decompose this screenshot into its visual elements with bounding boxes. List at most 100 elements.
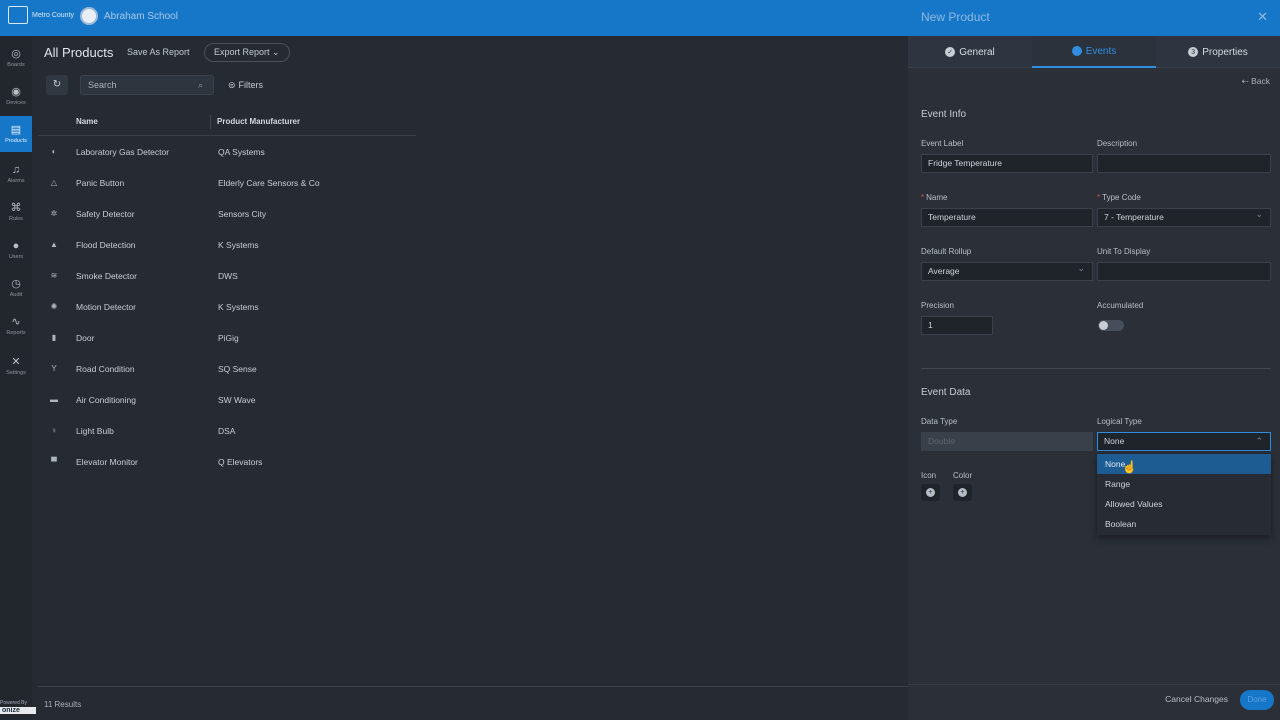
safety-detector-icon: ✲ bbox=[50, 209, 58, 218]
add-icon: + bbox=[958, 488, 967, 497]
product-manufacturer: DSA bbox=[218, 426, 236, 436]
products-table: Name Product Manufacturer ◐ Laboratory G… bbox=[38, 108, 416, 477]
user-icon: ● bbox=[12, 239, 20, 252]
description-field[interactable] bbox=[1097, 154, 1271, 173]
product-manufacturer: PiGig bbox=[218, 333, 239, 343]
page-header: All Products Save As Report Export Repor… bbox=[38, 36, 908, 68]
name-field[interactable]: Temperature bbox=[921, 208, 1093, 227]
sidebar-item-boards[interactable]: ◎ Boards bbox=[0, 40, 32, 76]
option-boolean[interactable]: Boolean bbox=[1097, 514, 1271, 534]
elevator-icon: ▀ bbox=[51, 457, 57, 466]
product-manufacturer: DWS bbox=[218, 271, 238, 281]
table-row[interactable]: ◐ Laboratory Gas Detector QA Systems bbox=[38, 136, 416, 167]
pointer-cursor-icon: ☝ bbox=[1122, 460, 1137, 474]
option-range[interactable]: Range bbox=[1097, 474, 1271, 494]
history-icon: ◷ bbox=[11, 277, 21, 290]
product-name: Laboratory Gas Detector bbox=[76, 147, 170, 157]
school-selector[interactable]: Abraham School bbox=[80, 7, 178, 25]
table-row[interactable]: ✲ Safety Detector Sensors City bbox=[38, 198, 416, 229]
product-manufacturer: Q Elevators bbox=[218, 457, 263, 467]
product-name: Flood Detection bbox=[76, 240, 136, 250]
event-label-label: Event Label bbox=[921, 139, 964, 148]
events-icon bbox=[1071, 46, 1082, 56]
sidebar-item-label: Settings bbox=[6, 370, 26, 376]
product-name: Door bbox=[76, 333, 95, 343]
save-as-report-button[interactable]: Save As Report bbox=[127, 47, 190, 57]
sidebar-item-label: Products bbox=[5, 138, 27, 144]
color-label: Color bbox=[953, 471, 973, 480]
filters-label: Filters bbox=[238, 80, 264, 90]
bell-icon: ♫ bbox=[11, 163, 21, 176]
road-icon: Y bbox=[51, 364, 57, 373]
export-report-dropdown[interactable]: Export Report ⌄ bbox=[204, 43, 290, 62]
type-code-select[interactable]: 7 - Temperature bbox=[1097, 206, 1271, 227]
unit-to-display-label: Unit To Display bbox=[1097, 247, 1151, 256]
products-icon: ▤ bbox=[10, 123, 22, 136]
precision-field[interactable]: 1 bbox=[921, 316, 993, 335]
product-manufacturer: SQ Sense bbox=[218, 364, 257, 374]
column-separator[interactable] bbox=[210, 115, 211, 129]
school-name: Abraham School bbox=[104, 10, 178, 22]
column-header-manufacturer[interactable]: Product Manufacturer bbox=[217, 115, 300, 129]
column-header-name[interactable]: Name bbox=[76, 115, 98, 129]
table-row[interactable]: ▬ Air Conditioning SW Wave bbox=[38, 384, 416, 415]
filters-button[interactable]: ⊜ Filters bbox=[228, 80, 263, 91]
back-button[interactable]: ⇠ Back bbox=[1242, 76, 1270, 87]
add-icon: + bbox=[926, 488, 935, 497]
sidebar-item-label: Devices bbox=[6, 100, 26, 106]
product-name: Elevator Monitor bbox=[76, 457, 138, 467]
product-manufacturer: SW Wave bbox=[218, 395, 256, 405]
tab-general[interactable]: ✓ General bbox=[908, 36, 1032, 68]
brand-label: Metro County bbox=[32, 11, 75, 19]
new-product-panel: New Product ✕ ✓ General Events 3 Propert… bbox=[908, 0, 1280, 720]
brand-logo[interactable]: Metro County bbox=[8, 6, 74, 24]
table-row[interactable]: △ Panic Button Elderly Care Sensors & Co bbox=[38, 167, 416, 198]
sidebar-item-devices[interactable]: ◉ Devices bbox=[0, 78, 32, 114]
table-row[interactable]: ▀ Elevator Monitor Q Elevators bbox=[38, 446, 416, 477]
top-bar: Metro County Abraham School bbox=[0, 0, 908, 36]
logical-type-select[interactable]: None ⌃ bbox=[1097, 432, 1271, 451]
tab-events[interactable]: Events bbox=[1032, 36, 1156, 68]
search-icon: ⌕ bbox=[198, 80, 204, 90]
table-row[interactable]: ▲ Flood Detection K Systems bbox=[38, 229, 416, 260]
table-row[interactable]: ≋ Smoke Detector DWS bbox=[38, 260, 416, 291]
unit-to-display-field[interactable] bbox=[1097, 262, 1271, 281]
product-manufacturer: Sensors City bbox=[218, 209, 267, 219]
icon-picker-button[interactable]: + bbox=[921, 484, 940, 501]
devices-icon: ◉ bbox=[11, 85, 21, 98]
rules-icon: ⌘ bbox=[10, 201, 22, 214]
event-label-field[interactable]: Fridge Temperature bbox=[921, 154, 1093, 173]
sidebar-item-products[interactable]: ▤ Products bbox=[0, 116, 32, 152]
color-picker-button[interactable]: + bbox=[953, 484, 972, 501]
option-allowed-values[interactable]: Allowed Values bbox=[1097, 494, 1271, 514]
done-button[interactable]: Done bbox=[1240, 690, 1274, 710]
sidebar-item-audit[interactable]: ◷ Audit bbox=[0, 270, 32, 306]
table-row[interactable]: ♀ Light Bulb DSA bbox=[38, 415, 416, 446]
default-rollup-select[interactable]: Average bbox=[921, 260, 1093, 281]
back-arrow-icon: ⇠ bbox=[1241, 76, 1249, 86]
section-title-event-info: Event Info bbox=[921, 109, 967, 120]
tools-icon: ✕ bbox=[11, 355, 21, 368]
refresh-button[interactable]: ↻ bbox=[46, 75, 68, 95]
accumulated-toggle[interactable] bbox=[1098, 320, 1124, 331]
required-marker: * bbox=[921, 193, 925, 202]
table-row[interactable]: Y Road Condition SQ Sense bbox=[38, 353, 416, 384]
cancel-changes-button[interactable]: Cancel Changes bbox=[1165, 694, 1228, 704]
required-marker: * bbox=[1097, 193, 1101, 202]
tab-properties[interactable]: 3 Properties bbox=[1156, 36, 1280, 68]
sidebar-item-alarms[interactable]: ♫ Alarms bbox=[0, 156, 32, 192]
tab-label: Events bbox=[1085, 45, 1117, 57]
sidebar-item-rules[interactable]: ⌘ Rules bbox=[0, 194, 32, 230]
sidebar-item-settings[interactable]: ✕ Settings bbox=[0, 348, 32, 384]
table-row[interactable]: ▮ Door PiGig bbox=[38, 322, 416, 353]
sidebar-item-label: Boards bbox=[7, 62, 25, 68]
type-code-label: * Type Code bbox=[1097, 193, 1141, 202]
panel-title: New Product bbox=[921, 10, 990, 24]
close-icon[interactable]: ✕ bbox=[1257, 9, 1268, 25]
search-input[interactable] bbox=[80, 75, 214, 95]
table-row[interactable]: ✺ Motion Detector K Systems bbox=[38, 291, 416, 322]
filter-icon: ⊜ bbox=[228, 80, 236, 90]
sidebar-item-users[interactable]: ● Users bbox=[0, 232, 32, 268]
sidebar-item-reports[interactable]: ∿ Reports bbox=[0, 308, 32, 344]
accumulated-label: Accumulated bbox=[1097, 301, 1144, 310]
